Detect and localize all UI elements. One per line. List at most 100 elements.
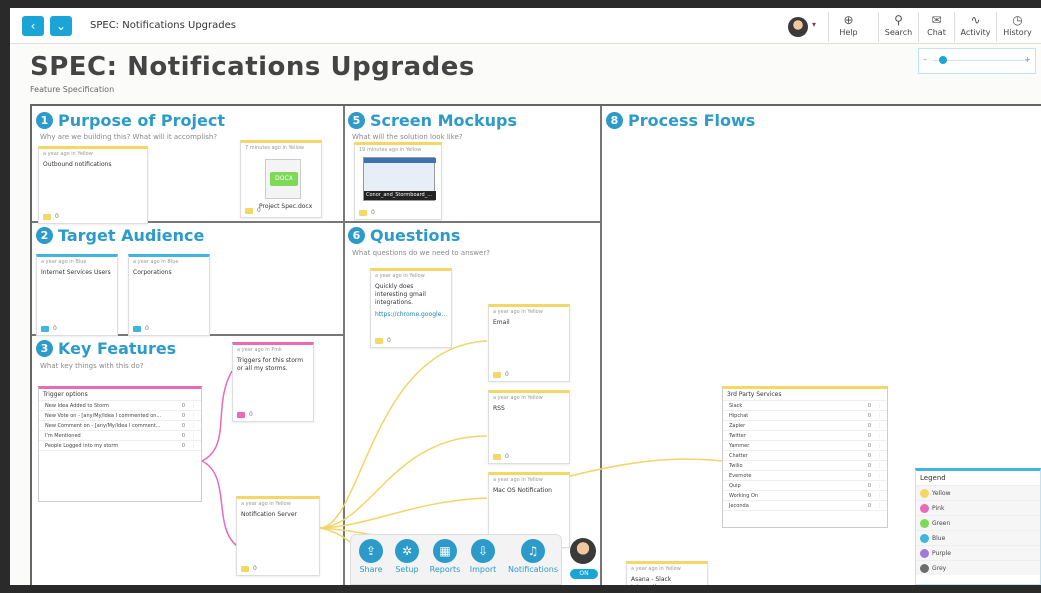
reports-button[interactable]: ▦ Reports bbox=[425, 539, 465, 574]
more-icon[interactable]: ⋮ bbox=[191, 431, 196, 440]
chat-button[interactable]: ✉ Chat bbox=[918, 12, 954, 42]
list-item[interactable]: New Idea Added to Storm 0 ⋮ bbox=[39, 401, 201, 411]
history-button[interactable]: ◷ History bbox=[996, 12, 1038, 42]
help-icon: ⊕ bbox=[843, 13, 854, 27]
list-item[interactable]: Quip 0 ⋮ bbox=[723, 481, 887, 491]
idea-card-asana[interactable]: a year ago in Yellow Asana - Slack Integ… bbox=[626, 561, 708, 585]
comment-icon[interactable] bbox=[245, 207, 253, 214]
legend-item[interactable]: Pink bbox=[916, 500, 1040, 515]
card-footer[interactable]: 0 bbox=[245, 207, 261, 214]
zoom-slider[interactable]: – + bbox=[918, 48, 1036, 74]
idea-card-rss[interactable]: a year ago in Yellow RSS 0 bbox=[488, 390, 570, 464]
list-item[interactable]: New Comment on - [any/My/Idea I comment.… bbox=[39, 421, 201, 431]
storm-board[interactable]: 1 Purpose of Project Why are we building … bbox=[30, 104, 1041, 585]
legend-panel[interactable]: Legend Yellow Pink Green Blue Purple Grey bbox=[915, 468, 1041, 585]
more-icon[interactable]: ⋮ bbox=[877, 491, 882, 500]
more-icon[interactable]: ⋮ bbox=[191, 401, 196, 410]
mockup-image[interactable]: Conor_and_Stormboard_... bbox=[363, 157, 436, 201]
comment-icon[interactable] bbox=[133, 325, 141, 332]
zoom-out-icon[interactable]: – bbox=[923, 55, 927, 64]
more-icon[interactable]: ⋮ bbox=[877, 401, 882, 410]
import-button[interactable]: ⇩ Import bbox=[463, 539, 503, 574]
card-footer[interactable]: 0 bbox=[493, 371, 509, 378]
trigger-options-list[interactable]: Trigger options New Idea Added to Storm 0… bbox=[38, 386, 202, 502]
comment-icon[interactable] bbox=[375, 337, 383, 344]
search-button[interactable]: ⚲ Search bbox=[878, 12, 918, 42]
card-footer[interactable]: 0 bbox=[133, 325, 149, 332]
list-item-count: 0 bbox=[867, 443, 871, 449]
list-item[interactable]: Slack 0 ⋮ bbox=[723, 401, 887, 411]
list-item[interactable]: Working On 0 ⋮ bbox=[723, 491, 887, 501]
card-footer[interactable]: 0 bbox=[241, 565, 257, 572]
more-icon[interactable]: ⋮ bbox=[877, 471, 882, 480]
more-icon[interactable]: ⋮ bbox=[877, 451, 882, 460]
more-icon[interactable]: ⋮ bbox=[877, 411, 882, 420]
more-icon[interactable]: ⋮ bbox=[877, 481, 882, 490]
idea-card-mockup[interactable]: 19 minutes ago in Yellow Conor_and_Storm… bbox=[354, 142, 442, 220]
list-item[interactable]: Jeconda 0 ⋮ bbox=[723, 501, 887, 511]
comment-icon[interactable] bbox=[359, 209, 367, 216]
more-icon[interactable]: ⋮ bbox=[191, 411, 196, 420]
idea-card-corporations[interactable]: a year ago in Blue Corporations 0 bbox=[128, 254, 210, 336]
zoom-in-icon[interactable]: + bbox=[1024, 55, 1031, 64]
card-footer[interactable]: 0 bbox=[375, 337, 391, 344]
list-item[interactable]: Zapier 0 ⋮ bbox=[723, 421, 887, 431]
more-icon[interactable]: ⋮ bbox=[877, 501, 882, 510]
more-icon[interactable]: ⋮ bbox=[877, 441, 882, 450]
more-icon[interactable]: ⋮ bbox=[877, 431, 882, 440]
card-footer[interactable]: 0 bbox=[41, 325, 57, 332]
chat-label: Chat bbox=[927, 28, 946, 37]
reports-icon: ▦ bbox=[433, 539, 457, 563]
user-avatar[interactable] bbox=[570, 538, 596, 564]
idea-card-email[interactable]: a year ago in Yellow Email 0 bbox=[488, 304, 570, 382]
list-item[interactable]: Hipchat 0 ⋮ bbox=[723, 411, 887, 421]
comment-icon[interactable] bbox=[41, 325, 49, 332]
activity-button[interactable]: ∿ Activity bbox=[954, 12, 996, 42]
zoom-handle[interactable] bbox=[939, 56, 947, 64]
help-button[interactable]: ⊕ Help bbox=[828, 12, 868, 42]
list-item[interactable]: Twilio 0 ⋮ bbox=[723, 461, 887, 471]
idea-card-spec-doc[interactable]: 7 minutes ago in Yellow DOCX Project Spe… bbox=[240, 140, 322, 218]
list-item[interactable]: Twitter 0 ⋮ bbox=[723, 431, 887, 441]
card-footer[interactable]: 0 bbox=[359, 209, 375, 216]
idea-card-outbound[interactable]: a year ago in Yellow Outbound notificati… bbox=[38, 146, 148, 224]
list-item[interactable]: New Vote on - [any/My/Idea I commented o… bbox=[39, 411, 201, 421]
more-icon[interactable]: ⋮ bbox=[191, 421, 196, 430]
comment-icon[interactable] bbox=[493, 371, 501, 378]
comment-icon[interactable] bbox=[241, 565, 249, 572]
list-item[interactable]: I'm Mentioned 0 ⋮ bbox=[39, 431, 201, 441]
online-toggle[interactable]: ON bbox=[570, 569, 598, 579]
list-item[interactable]: People Logged into my storm 0 ⋮ bbox=[39, 441, 201, 451]
docx-file-icon[interactable]: DOCX bbox=[265, 159, 301, 199]
comment-icon[interactable] bbox=[43, 213, 51, 220]
idea-card-notification-server[interactable]: a year ago in Yellow Notification Server… bbox=[236, 496, 320, 576]
idea-card-question[interactable]: a year ago in Yellow Quickly does intere… bbox=[370, 268, 452, 348]
user-avatar[interactable] bbox=[788, 17, 808, 37]
comment-icon[interactable] bbox=[237, 411, 245, 418]
list-item[interactable]: Evernote 0 ⋮ bbox=[723, 471, 887, 481]
more-icon[interactable]: ⋮ bbox=[877, 461, 882, 470]
notifications-button[interactable]: ♫ Notifications bbox=[503, 539, 563, 574]
list-item[interactable]: Chatter 0 ⋮ bbox=[723, 451, 887, 461]
comment-icon[interactable] bbox=[493, 453, 501, 460]
share-button[interactable]: ⇪ Share bbox=[351, 539, 391, 574]
chevron-down-icon[interactable]: ▾ bbox=[812, 20, 816, 29]
legend-item[interactable]: Purple bbox=[916, 545, 1040, 560]
legend-item[interactable]: Grey bbox=[916, 560, 1040, 575]
third-party-services-list[interactable]: 3rd Party Services Slack 0 ⋮ Hipchat 0 ⋮ Zapie… bbox=[722, 386, 888, 528]
back-button[interactable]: ‹ bbox=[22, 16, 44, 36]
card-footer[interactable]: 0 bbox=[43, 213, 59, 220]
card-footer[interactable]: 0 bbox=[493, 453, 509, 460]
legend-item[interactable]: Green bbox=[916, 515, 1040, 530]
idea-card-triggers[interactable]: a year ago in Pink Triggers for this sto… bbox=[232, 342, 314, 422]
legend-item[interactable]: Blue bbox=[916, 530, 1040, 545]
more-icon[interactable]: ⋮ bbox=[191, 441, 196, 450]
card-footer[interactable]: 0 bbox=[237, 411, 253, 418]
setup-button[interactable]: ✲ Setup bbox=[387, 539, 427, 574]
menu-dropdown-button[interactable]: ⌄ bbox=[50, 16, 72, 36]
list-item[interactable]: Yammer 0 ⋮ bbox=[723, 441, 887, 451]
legend-item[interactable]: Yellow bbox=[916, 485, 1040, 500]
card-link[interactable]: https://chrome.google... bbox=[371, 309, 451, 321]
more-icon[interactable]: ⋮ bbox=[877, 421, 882, 430]
idea-card-internet-users[interactable]: a year ago in Blue Internet Services Use… bbox=[36, 254, 118, 336]
